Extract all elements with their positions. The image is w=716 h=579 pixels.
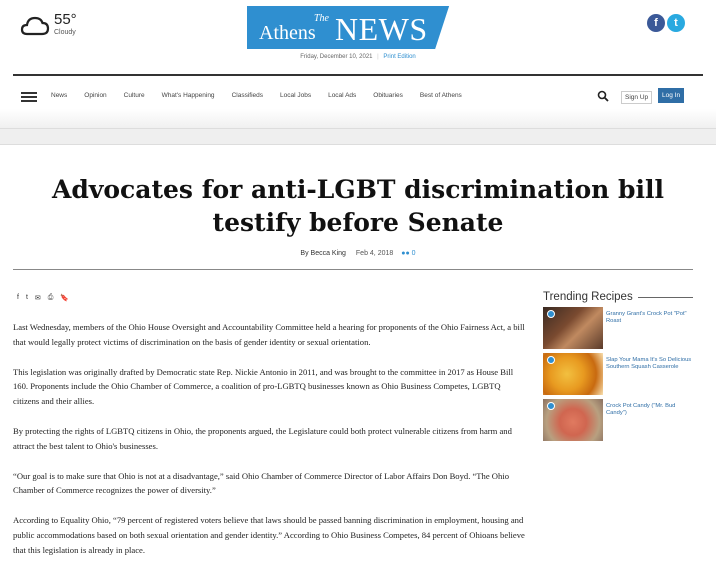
recipe-badge-icon [547,402,555,410]
trending-item[interactable]: Granny Grant's Crock Pot "Pot" Roast [543,307,693,349]
article-body: Last Wednesday, members of the Ohio Hous… [13,320,525,573]
logo-the: The [314,13,329,24]
nav-item-obituaries[interactable]: Obituaries [373,92,403,99]
article-paragraph: “Our goal is to make sure that Ohio is n… [13,470,509,496]
author-link[interactable]: By Becca King [300,250,346,257]
trending-title: Trending Recipes [543,291,633,303]
nav-item-news[interactable]: News [51,92,67,99]
recipe-thumbnail[interactable] [543,307,603,349]
current-date: Friday, December 10, 2021 [300,54,373,60]
logo-notch [433,6,456,49]
logo-news: NEWS [335,11,428,47]
publish-date: Feb 4, 2018 [355,250,394,257]
share-tools: f t ✉ ⎙ 🔖 [17,294,69,302]
recipe-badge-icon [547,310,555,318]
article-paragraph: This legislation was originally drafted … [13,366,514,407]
ad-banner-bar [0,128,716,145]
article-byline: By Becca King Feb 4, 2018 ●● 0 [0,250,716,257]
search-icon[interactable] [597,90,609,102]
nav-item-culture[interactable]: Culture [124,92,145,99]
bookmark-icon[interactable]: 🔖 [60,294,69,302]
recipe-badge-icon [547,356,555,364]
weather-condition: Cloudy [54,29,76,36]
trending-recipes: Trending Recipes Granny Grant's Crock Po… [543,291,693,441]
hamburger-menu-icon[interactable] [21,92,37,102]
logo-athens: Athens [259,22,316,44]
nav-item-best-of-athens[interactable]: Best of Athens [420,92,462,99]
dateline-separator: | [377,54,379,60]
facebook-share-icon[interactable]: f [17,294,19,302]
facebook-icon[interactable]: f [647,14,665,32]
log-in-button[interactable]: Log In [658,88,685,103]
nav-shadow [0,109,716,128]
print-edition-link[interactable]: Print Edition [383,54,415,60]
cloud-icon [20,16,50,36]
print-icon[interactable]: ⎙ [48,294,54,302]
main-nav: News Opinion Culture What's Happening Cl… [0,84,716,108]
weather-temperature: 55° [54,11,77,28]
article-headline: Advocates for anti-LGBT discrimination b… [0,173,716,239]
headline-line-2: testify before Senate [212,208,504,237]
trending-item[interactable]: Crock Pot Candy ("Mr. Bud Candy") [543,399,693,441]
recipe-thumbnail[interactable] [543,399,603,441]
recipe-thumbnail[interactable] [543,353,603,395]
nav-item-local-jobs[interactable]: Local Jobs [280,92,311,99]
dateline: Friday, December 10, 2021 | Print Editio… [0,54,716,60]
social-links: f t [647,14,685,32]
headline-line-1: Advocates for anti-LGBT discrimination b… [51,175,665,204]
email-share-icon[interactable]: ✉ [35,294,41,302]
site-logo[interactable]: Athens The NEWS [247,6,456,49]
comment-icon: ●● [401,250,410,257]
nav-item-local-ads[interactable]: Local Ads [328,92,356,99]
sign-up-button[interactable]: Sign Up [621,91,653,104]
trending-item[interactable]: Slap Your Mama It's So Delicious Souther… [543,353,693,395]
recipe-link[interactable]: Slap Your Mama It's So Delicious Souther… [606,357,693,395]
comment-count: 0 [411,250,416,257]
comments-link[interactable]: ●● 0 [401,250,415,257]
trending-header-rule [637,296,693,298]
recipe-link[interactable]: Crock Pot Candy ("Mr. Bud Candy") [606,403,693,441]
twitter-share-icon[interactable]: t [26,294,28,302]
weather-widget[interactable]: 55° Cloudy [20,12,77,38]
recipe-link[interactable]: Granny Grant's Crock Pot "Pot" Roast [606,311,693,349]
article-paragraph: According to Equality Ohio, “79 percent … [13,515,525,555]
nav-list: News Opinion Culture What's Happening Cl… [51,92,479,99]
header-rule [13,74,703,76]
nav-item-classifieds[interactable]: Classifieds [232,92,263,99]
article-rule [13,269,693,270]
nav-item-whats-happening[interactable]: What's Happening [162,92,215,99]
nav-item-opinion[interactable]: Opinion [84,92,106,99]
article-paragraph: Last Wednesday, members of the Ohio Hous… [13,322,525,347]
trending-header: Trending Recipes [543,291,693,303]
twitter-icon[interactable]: t [667,14,685,32]
article-paragraph: By protecting the rights of LGBTQ citize… [13,425,512,451]
